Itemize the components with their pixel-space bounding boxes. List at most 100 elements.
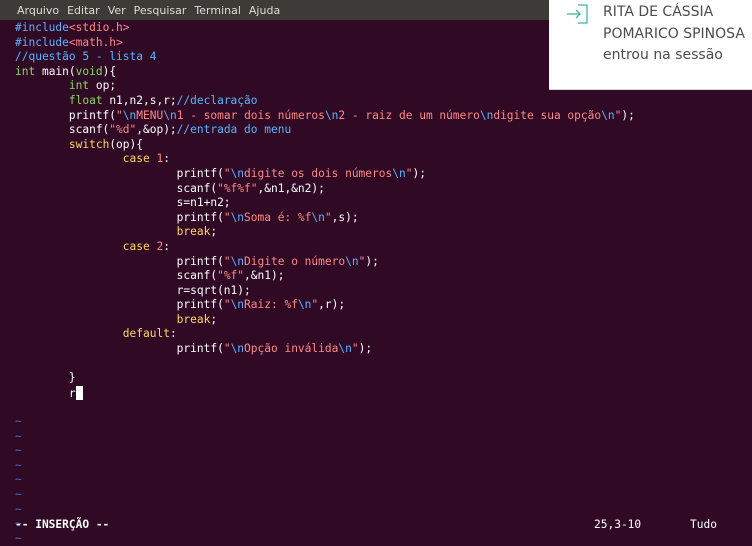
code-token: <math.h> xyxy=(68,35,123,49)
code-line: //questão 5 - lista 4 xyxy=(15,50,635,65)
code-token: ); xyxy=(365,254,379,268)
code-line: scanf("%f%f",&n1,&n2); xyxy=(15,182,635,197)
notification-text: RITA DE CÁSSIA POMARICO SPINOSA entrou n… xyxy=(603,2,752,67)
code-token: printf( xyxy=(15,108,117,122)
code-token: break xyxy=(176,312,211,326)
code-token: " xyxy=(223,254,231,268)
code-token: \n xyxy=(163,108,177,122)
code-token: "%f" xyxy=(217,269,245,283)
empty-buffer-line: ~ xyxy=(15,488,635,503)
code-token: ,r); xyxy=(318,298,346,312)
code-token: ; xyxy=(210,312,218,326)
code-line: printf("\nSoma é: %f\n",s); xyxy=(15,211,635,226)
code-token: " xyxy=(223,210,231,224)
empty-buffer-line: ~ xyxy=(15,444,635,459)
code-token: r=sqrt(n1); xyxy=(15,283,251,297)
code-token: ); xyxy=(358,342,373,356)
code-line: scanf("%f",&n1); xyxy=(15,269,635,284)
code-token: ); xyxy=(412,166,426,180)
code-token: //questão 5 - lista 4 xyxy=(15,50,157,64)
code-token: \n xyxy=(601,108,615,122)
empty-buffer-line: ~ xyxy=(15,459,635,474)
code-token: <stdio.h> xyxy=(68,21,130,34)
session-notification[interactable]: RITA DE CÁSSIA POMARICO SPINOSA entrou n… xyxy=(549,0,752,90)
vim-editor-buffer[interactable]: #include<stdio.h> #include<math.h>//quest… xyxy=(15,21,635,546)
code-token: printf( xyxy=(15,166,224,180)
code-line: #include<stdio.h> xyxy=(15,21,635,36)
code-token: Raiz: %f xyxy=(244,298,298,312)
code-token: " xyxy=(223,342,231,356)
code-line: int main(void){ xyxy=(15,65,635,80)
code-line: } xyxy=(15,371,635,386)
empty-buffer-line: ~ xyxy=(15,503,635,518)
empty-buffer-line: ~ xyxy=(15,473,635,488)
code-line: #include<math.h> xyxy=(15,36,635,51)
code-token: \n xyxy=(324,108,339,122)
code-token: ~ xyxy=(15,429,22,443)
code-line: r=sqrt(n1); xyxy=(15,284,635,299)
code-token: printf( xyxy=(15,298,224,312)
code-token: 2 - raiz de um número xyxy=(338,108,480,122)
code-token: \n xyxy=(311,210,325,224)
code-token: \n xyxy=(345,254,359,268)
code-line: case 2: xyxy=(15,240,635,255)
menu-ver[interactable]: Ver xyxy=(108,4,126,17)
code-token: ; xyxy=(210,225,218,239)
empty-buffer-line: ~ xyxy=(15,415,635,430)
code-token: ); xyxy=(621,108,635,122)
menu-pesquisar[interactable]: Pesquisar xyxy=(134,4,187,17)
code-token: \n xyxy=(230,254,245,268)
code-token: " xyxy=(324,210,332,224)
code-token: \n xyxy=(479,108,494,122)
code-token: " xyxy=(351,342,359,356)
menu-arquivo[interactable]: Arquivo xyxy=(17,4,59,17)
menu-editar[interactable]: Editar xyxy=(67,4,100,17)
code-token: : xyxy=(169,327,177,341)
code-line: s=n1+n2; xyxy=(15,196,635,211)
empty-buffer-line: ~ xyxy=(15,430,635,445)
code-token: s=n1+n2; xyxy=(15,196,231,210)
code-token: op; xyxy=(89,79,117,93)
code-line: printf("\nMENU\n1 - somar dois números\n… xyxy=(15,109,635,124)
code-token: n1,n2,s,r; xyxy=(102,93,177,107)
code-token: ){ xyxy=(102,64,117,78)
notification-line3: entrou na sessão xyxy=(603,47,723,63)
code-token: Opção inválida xyxy=(244,342,339,356)
code-line: printf("\nOpção inválida\n"); xyxy=(15,342,635,357)
code-token: MENU xyxy=(136,108,164,122)
menu-terminal[interactable]: Terminal xyxy=(194,4,241,17)
code-token: \n xyxy=(392,166,406,180)
code-token: ,&n1,&n2); xyxy=(257,181,325,195)
code-token: 1 - somar dois números xyxy=(176,108,325,122)
code-token: void xyxy=(75,64,103,78)
code-token: Soma é: %f xyxy=(244,210,312,224)
scroll-position: Tudo xyxy=(690,518,717,531)
code-token: ~ xyxy=(15,502,22,516)
code-token: printf( xyxy=(15,210,224,224)
code-token: digite os dois números xyxy=(244,166,393,180)
code-token: \n xyxy=(230,166,245,180)
code-token: \n xyxy=(230,210,245,224)
code-token: \n xyxy=(230,298,245,312)
code-token: //entrada do menu xyxy=(176,123,292,137)
text-cursor xyxy=(75,385,83,400)
code-line: break; xyxy=(15,313,635,328)
code-token: #include xyxy=(15,35,69,49)
code-token: } xyxy=(15,371,76,385)
empty-buffer-line: ~ xyxy=(15,532,635,546)
menu-ajuda[interactable]: Ajuda xyxy=(249,4,280,17)
code-token: ~ xyxy=(15,473,22,487)
code-token: scanf( xyxy=(15,181,218,195)
code-token: case xyxy=(122,239,150,253)
code-line: printf("\ndigite os dois números\n"); xyxy=(15,167,635,182)
code-token: ,&n1); xyxy=(244,269,285,283)
code-token: ~ xyxy=(15,458,22,472)
code-token: " xyxy=(223,166,231,180)
code-token: " xyxy=(223,298,231,312)
code-token: ~ xyxy=(15,415,22,429)
